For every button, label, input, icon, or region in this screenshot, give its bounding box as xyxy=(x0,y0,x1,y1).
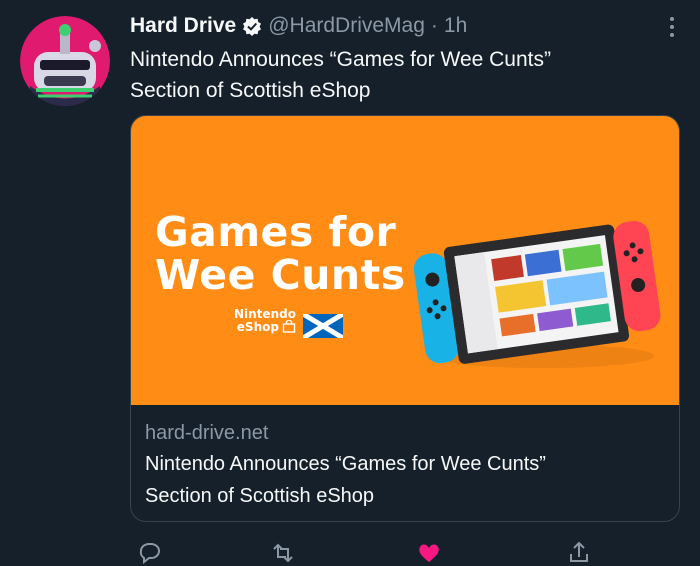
reply-icon[interactable] xyxy=(136,540,162,566)
tweet-text-line: Section of Scottish eShop xyxy=(130,79,371,102)
author-handle[interactable]: @HardDriveMag xyxy=(268,14,425,38)
share-icon[interactable] xyxy=(566,540,592,566)
more-options-icon[interactable] xyxy=(662,14,682,40)
card-domain: hard-drive.net xyxy=(145,422,269,444)
card-image-headline: Games for Wee Cunts xyxy=(155,211,406,297)
card-image[interactable]: Games for Wee Cunts Nintendo eShop xyxy=(131,116,679,405)
tweet-text-line: Nintendo Announces “Games for Wee Cunts” xyxy=(130,48,551,71)
card-meta[interactable]: hard-drive.net Nintendo Announces “Games… xyxy=(145,418,665,512)
card-title-line: Nintendo Announces “Games for Wee Cunts” xyxy=(145,453,546,475)
tweet-header: Hard Drive @HardDriveMag · 1h xyxy=(130,12,467,40)
author-name[interactable]: Hard Drive xyxy=(130,14,236,38)
scottish-flag-icon xyxy=(303,314,343,338)
tweet-text: Nintendo Announces “Games for Wee Cunts”… xyxy=(130,44,650,106)
headline-line: Games for xyxy=(155,208,397,256)
tweet-timestamp[interactable]: 1h xyxy=(444,14,467,38)
tweet-actions xyxy=(130,540,690,565)
headline-line: Wee Cunts xyxy=(155,251,406,299)
link-card[interactable]: Games for Wee Cunts Nintendo eShop hard-… xyxy=(130,115,680,522)
shopping-bag-icon xyxy=(282,320,296,333)
nintendo-switch-illustration xyxy=(414,221,661,368)
like-icon[interactable] xyxy=(416,540,442,566)
nintendo-eshop-logo: Nintendo eShop xyxy=(234,308,296,333)
avatar-illustration xyxy=(20,16,110,106)
retweet-icon[interactable] xyxy=(270,540,296,566)
card-title-line: Section of Scottish eShop xyxy=(145,485,375,507)
verified-badge-icon xyxy=(242,16,262,36)
author-avatar[interactable] xyxy=(20,16,110,106)
logo-line: eShop xyxy=(236,319,279,334)
card-title: Nintendo Announces “Games for Wee Cunts”… xyxy=(145,448,665,512)
header-separator: · xyxy=(430,14,438,37)
logo-line: Nintendo xyxy=(234,307,296,321)
